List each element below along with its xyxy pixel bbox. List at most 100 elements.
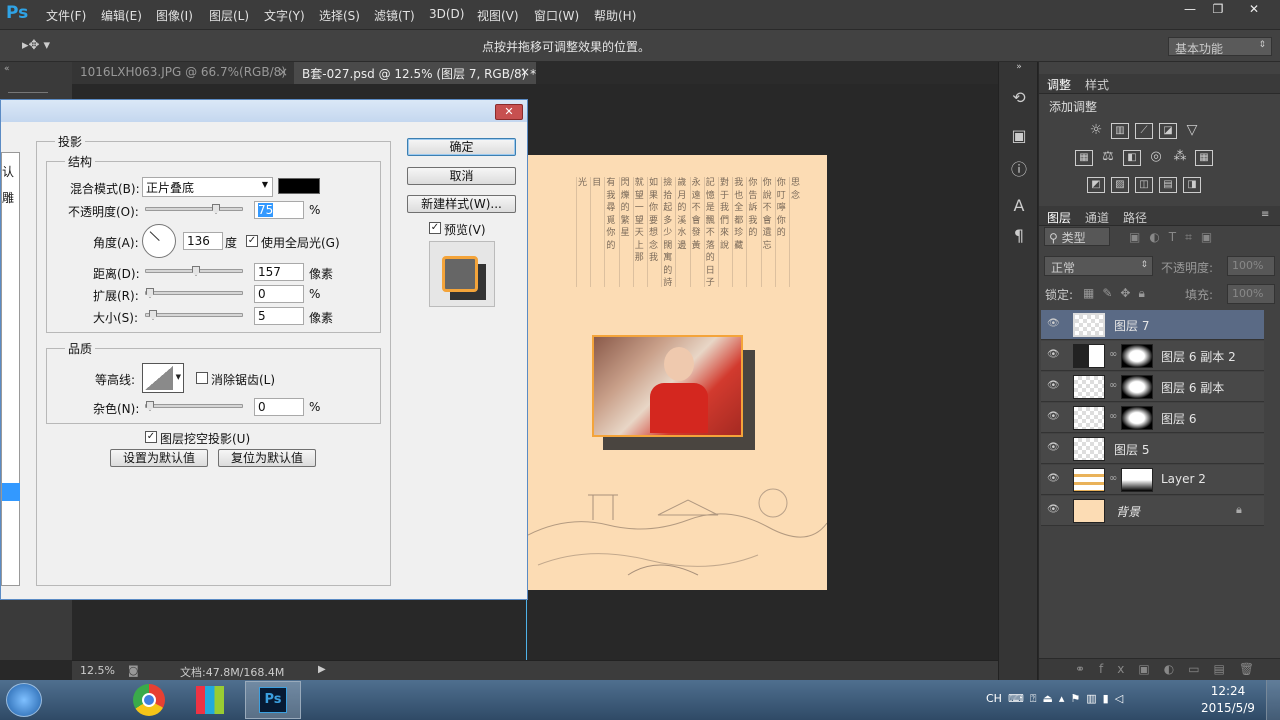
menu-select[interactable]: 选择(S) [319, 7, 360, 24]
distance-input[interactable]: 157 [254, 263, 304, 281]
tray-icons[interactable]: ⌨⍰⏏▴⚑▥▮◁ [1008, 692, 1129, 706]
selective-color-icon[interactable]: ◨ [1183, 177, 1201, 193]
menu-layer[interactable]: 图层(L) [209, 7, 249, 24]
styles-list-item[interactable]: 认 [2, 163, 14, 180]
hue-icon[interactable]: ▦ [1075, 150, 1093, 166]
blend-mode-select[interactable]: 正常 ⇕ [1044, 256, 1153, 276]
app-icon[interactable] [196, 686, 224, 714]
dialog-close-button[interactable]: ✕ [495, 104, 523, 120]
status-icon[interactable]: ◙ [128, 664, 139, 677]
close-icon[interactable]: ✕ [1240, 0, 1268, 18]
noise-input[interactable]: 0 [254, 398, 304, 416]
balance-icon[interactable]: ⚖ [1099, 150, 1117, 166]
history-icon[interactable]: ⟲ [1007, 88, 1031, 110]
exposure-icon[interactable]: ◪ [1159, 123, 1177, 139]
minimize-icon[interactable]: — [1176, 0, 1204, 18]
lock-icons[interactable]: ▦✎✥🔒︎ [1083, 286, 1153, 301]
photo-layer[interactable] [592, 335, 743, 437]
vibrance-icon[interactable]: ▽ [1183, 123, 1201, 139]
tab-close-icon[interactable]: × [520, 65, 530, 79]
color-lookup-icon[interactable]: ▦ [1195, 150, 1213, 166]
menu-type[interactable]: 文字(Y) [264, 7, 305, 24]
opacity-input[interactable]: 75 [254, 201, 304, 219]
layer-row-layer2[interactable]: 👁︎ ∞ Layer 2 [1041, 465, 1264, 495]
clock-time[interactable]: 12:24 [1206, 684, 1250, 698]
knockout-checkbox[interactable]: ✓ [145, 431, 157, 443]
eye-icon[interactable]: 👁︎ [1047, 349, 1060, 361]
start-button[interactable] [6, 683, 42, 717]
character-icon[interactable]: A [1007, 196, 1031, 218]
show-desktop-button[interactable] [1266, 680, 1280, 720]
eye-icon[interactable]: 👁︎ [1047, 473, 1060, 485]
tab-channels[interactable]: 通道 [1085, 209, 1109, 226]
distance-slider[interactable] [145, 266, 243, 276]
spread-slider[interactable] [145, 288, 243, 298]
layer-row-layer6[interactable]: 👁︎ ∞ 图层 6 [1041, 403, 1264, 433]
new-style-button[interactable]: 新建样式(W)... [407, 195, 516, 213]
eye-icon[interactable]: 👁︎ [1047, 318, 1060, 330]
tab-doc-1[interactable]: 1016LXH063.JPG @ 66.7%(RGB/8) × [72, 62, 294, 84]
eye-icon[interactable]: 👁︎ [1047, 504, 1060, 516]
menu-view[interactable]: 视图(V) [477, 7, 519, 24]
reset-default-button[interactable]: 复位为默认值 [218, 449, 316, 467]
contour-picker[interactable]: ▼ [142, 363, 184, 393]
layer-row-layer7[interactable]: 👁︎ 图层 7 [1041, 310, 1264, 340]
threshold-icon[interactable]: ◫ [1135, 177, 1153, 193]
invert-icon[interactable]: ◩ [1087, 177, 1105, 193]
play-arrow-icon[interactable]: ▶ [318, 664, 326, 675]
tab-adjustments[interactable]: 调整 [1047, 76, 1071, 93]
opacity-field[interactable]: 100% [1227, 256, 1275, 276]
gradient-map-icon[interactable]: ▤ [1159, 177, 1177, 193]
posterize-icon[interactable]: ▨ [1111, 177, 1129, 193]
panel-menu-icon[interactable]: ≡ [1261, 209, 1269, 220]
canvas-document[interactable]: 思 念你 叮 嚀 你 的你 說 不 會 遺 忘你 告 訴 我 的我 也 全 都 … [528, 155, 827, 590]
restore-icon[interactable]: ❐ [1204, 0, 1232, 18]
size-input[interactable]: 5 [254, 307, 304, 325]
angle-input[interactable]: 136 [183, 232, 223, 250]
channel-mixer-icon[interactable]: ⁂ [1171, 150, 1189, 166]
eye-icon[interactable]: 👁︎ [1047, 442, 1060, 454]
brightness-icon[interactable]: ☼ [1087, 123, 1105, 139]
taskbar-photoshop[interactable]: Ps [245, 681, 301, 719]
tab-styles[interactable]: 样式 [1085, 76, 1109, 93]
fill-field[interactable]: 100% [1227, 284, 1275, 304]
zoom-level[interactable]: 12.5% [80, 664, 115, 677]
workspace-select[interactable]: 基本功能 ⇕ [1168, 37, 1272, 56]
eye-icon[interactable]: 👁︎ [1047, 380, 1060, 392]
properties-icon[interactable]: ▣ [1007, 126, 1031, 148]
layer-row-layer5[interactable]: 👁︎ 图层 5 [1041, 434, 1264, 464]
cancel-button[interactable]: 取消 [407, 167, 516, 185]
levels-icon[interactable]: ▥ [1111, 123, 1129, 139]
collapse-icon[interactable]: « [4, 64, 10, 74]
layer-row-layer6-copy[interactable]: 👁︎ ∞ 图层 6 副本 [1041, 372, 1264, 402]
bw-icon[interactable]: ◧ [1123, 150, 1141, 166]
styles-list-item[interactable]: 雕 [2, 189, 14, 206]
info-icon[interactable]: ⓘ [1007, 156, 1031, 179]
layer-row-background[interactable]: 👁︎ 背景 🔒︎ [1041, 496, 1264, 526]
size-slider[interactable] [145, 310, 243, 320]
collapse-icon[interactable]: » [1007, 62, 1031, 84]
preview-checkbox[interactable]: ✓ [429, 222, 441, 234]
angle-dial[interactable] [142, 224, 176, 258]
tab-layers[interactable]: 图层 [1047, 209, 1071, 226]
clock-date[interactable]: 2015/5/9 [1198, 701, 1258, 715]
ok-button[interactable]: 确定 [407, 138, 516, 156]
noise-slider[interactable] [145, 401, 243, 411]
menu-image[interactable]: 图像(I) [156, 7, 193, 24]
opacity-slider[interactable] [145, 204, 243, 214]
eye-icon[interactable]: 👁︎ [1047, 411, 1060, 423]
spread-input[interactable]: 0 [254, 285, 304, 303]
menu-help[interactable]: 帮助(H) [594, 7, 636, 24]
menu-file[interactable]: 文件(F) [46, 7, 86, 24]
move-tool-icon[interactable]: ▸✥ ▾ [22, 38, 50, 53]
tab-paths[interactable]: 路径 [1123, 209, 1147, 226]
filter-icons[interactable]: ▣◐T⌗▣ [1129, 230, 1221, 245]
tab-close-icon[interactable]: × [278, 65, 288, 79]
chrome-icon[interactable] [133, 684, 165, 716]
menu-3d[interactable]: 3D(D) [429, 7, 464, 21]
curves-icon[interactable]: ⟋ [1135, 123, 1153, 139]
language-indicator[interactable]: CH [986, 692, 1002, 705]
photo-filter-icon[interactable]: ◎ [1147, 150, 1165, 166]
dialog-titlebar[interactable] [1, 100, 527, 122]
shadow-color-swatch[interactable] [278, 178, 320, 194]
